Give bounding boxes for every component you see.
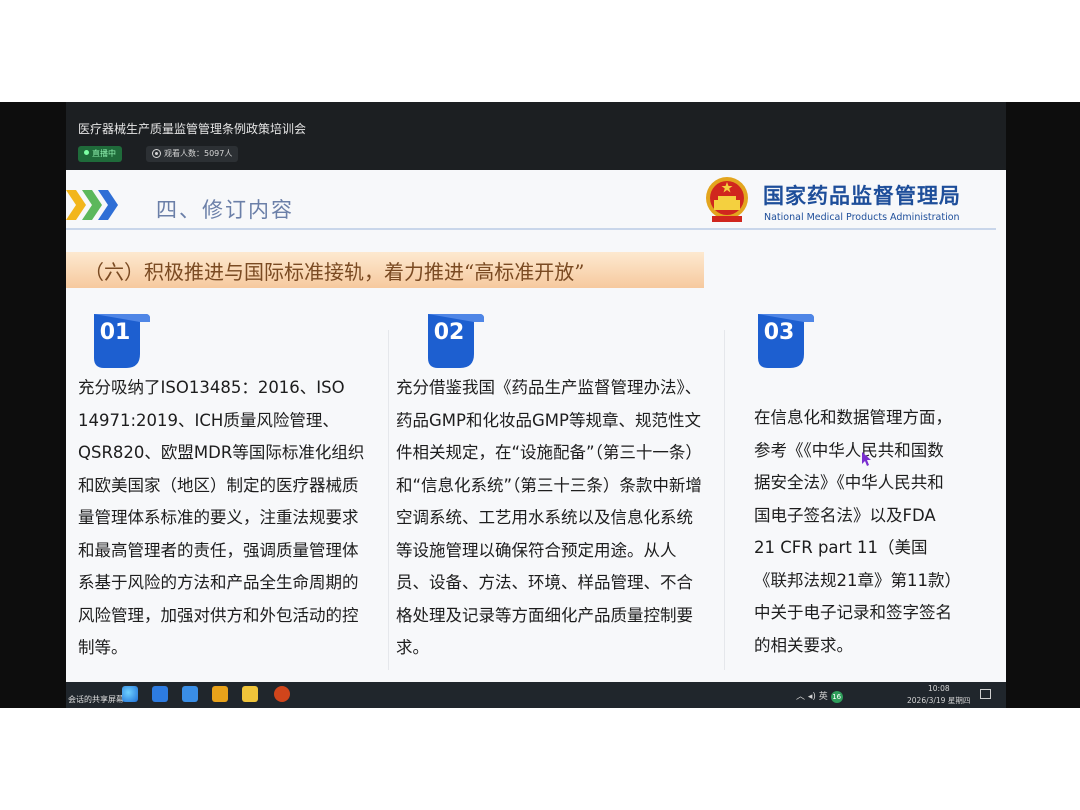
edge-browser-icon[interactable] [122, 686, 138, 702]
screen-share-label: 会话的共享屏幕 [68, 695, 124, 704]
number-badge-02: 02 [424, 310, 484, 372]
live-status-badge: 直播中 [78, 146, 122, 162]
video-frame: 医疗器械生产质量监管管理条例政策培训会 直播中 观看人数：5097人 四、修订内… [0, 102, 1080, 708]
subtitle-banner-text: （六）积极推进与国际标准接轨，着力推进“高标准开放” [84, 260, 585, 284]
badge-number: 01 [99, 320, 131, 345]
agency-name-cn: 国家药品监督管理局 [763, 184, 961, 208]
chevron-arrows-icon [66, 190, 118, 220]
app-icon[interactable] [182, 686, 198, 702]
badge-number: 02 [433, 320, 465, 345]
clock-time[interactable]: 10:08 [928, 684, 950, 693]
mouse-cursor-icon [862, 452, 871, 466]
notification-center-icon[interactable] [980, 689, 991, 699]
header-divider [66, 228, 996, 230]
national-emblem-logo [706, 177, 748, 222]
column-text-03: 在信息化和数据管理方面，参考《《中华人民共和国数据安全法》《中华人民共和国电子签… [754, 408, 953, 655]
file-explorer-icon[interactable] [242, 686, 258, 702]
powerpoint-icon[interactable] [274, 686, 290, 702]
speaker-icon[interactable]: ◂) [808, 692, 816, 702]
video-player-icon[interactable] [212, 686, 228, 702]
column-text-01: 充分吸纳了ISO13485：2016、ISO 14971:2019、ICH质量风… [78, 378, 365, 657]
section-title: 四、修订内容 [156, 198, 294, 222]
viewer-count: 观看人数：5097人 [146, 146, 239, 162]
live-status-label: 直播中 [92, 149, 116, 158]
badge-number: 03 [763, 320, 795, 345]
viewers-icon [152, 149, 161, 158]
clock-date[interactable]: 2026/3/19 星期四 [907, 695, 970, 706]
number-badge-03: 03 [754, 310, 814, 372]
tray-notification-badge[interactable]: 16 [830, 691, 843, 703]
presentation-slide: 四、修订内容 国家药品监督管理局 National Medical Produc… [66, 170, 1006, 682]
stream-title: 医疗器械生产质量监管管理条例政策培训会 [78, 122, 307, 136]
chevron-up-icon[interactable]: ︿ [796, 692, 805, 702]
app-icon[interactable] [152, 686, 168, 702]
number-badge-01: 01 [90, 310, 150, 372]
taskbar: 会话的共享屏幕 ︿ ◂) 英 16 10:08 2026/3/19 星期四 [66, 682, 1006, 708]
stream-header: 医疗器械生产质量监管管理条例政策培训会 直播中 观看人数：5097人 [66, 102, 1006, 170]
agency-name-en: National Medical Products Administration [764, 212, 960, 223]
tray-language[interactable]: 英 [819, 692, 828, 702]
column-divider [724, 330, 725, 670]
column-divider [388, 330, 389, 670]
column-text-02: 充分借鉴我国《药品生产监督管理办法》、药品GMP和化妆品GMP等规章、规范性文件… [396, 378, 702, 657]
subtitle-banner: （六）积极推进与国际标准接轨，着力推进“高标准开放” [66, 252, 704, 288]
viewer-count-label: 观看人数：5097人 [164, 149, 233, 158]
system-tray: ︿ ◂) 英 16 [796, 689, 843, 703]
live-dot-icon [84, 150, 89, 155]
